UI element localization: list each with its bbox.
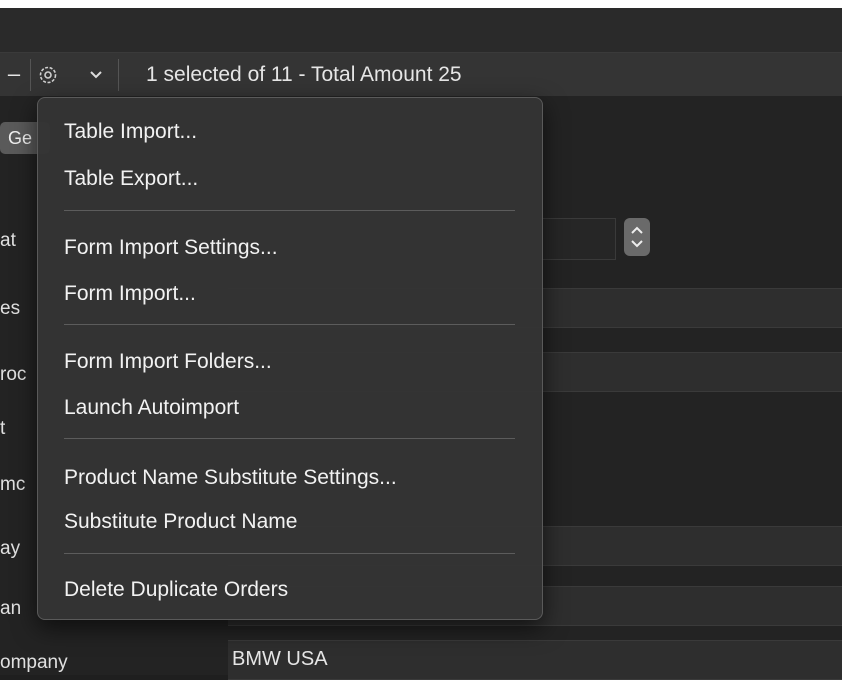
selection-status: 1 selected of 11 - Total Amount 25 [146,63,462,86]
field-label: at [0,230,16,251]
menu-item-table-export[interactable]: Table Export... [64,165,198,193]
field-label: an [0,598,22,619]
menu-item-product-name-substitute-settings[interactable]: Product Name Substitute Settings... [64,464,397,492]
field-label: mc [0,474,26,495]
remove-button[interactable]: – [0,53,28,97]
menu-separator [64,324,515,325]
menu-item-launch-autoimport[interactable]: Launch Autoimport [64,394,239,422]
date-field[interactable] [540,218,616,260]
menu-item-delete-duplicate-orders[interactable]: Delete Duplicate Orders [64,576,288,604]
field-label: t [0,418,6,439]
top-strip [0,0,842,8]
actions-menu: Table Import... Table Export... Form Imp… [37,97,543,620]
chevron-down-icon[interactable] [86,65,106,85]
menu-separator [64,553,515,554]
menu-separator [64,438,515,439]
toolbar-divider [30,59,31,91]
company-value: BMW USA [232,648,328,670]
toolbar: – 1 selected of 11 - Total Amount 25 [0,52,842,98]
field-label: es [0,298,21,319]
menu-item-substitute-product-name[interactable]: Substitute Product Name [64,508,297,536]
date-stepper[interactable] [624,218,650,256]
gear-icon[interactable] [36,63,60,87]
toolbar-divider [118,59,119,91]
title-bar [0,8,842,52]
menu-item-table-import[interactable]: Table Import... [64,118,197,146]
menu-item-form-import-settings[interactable]: Form Import Settings... [64,234,278,262]
menu-separator [64,210,515,211]
field-label: roc [0,364,27,385]
company-label: ompany [0,652,68,673]
menu-item-form-import[interactable]: Form Import... [64,280,196,308]
menu-item-form-import-folders[interactable]: Form Import Folders... [64,348,272,376]
stepper-arrows-icon [631,226,643,248]
field-label: ay [0,538,21,559]
